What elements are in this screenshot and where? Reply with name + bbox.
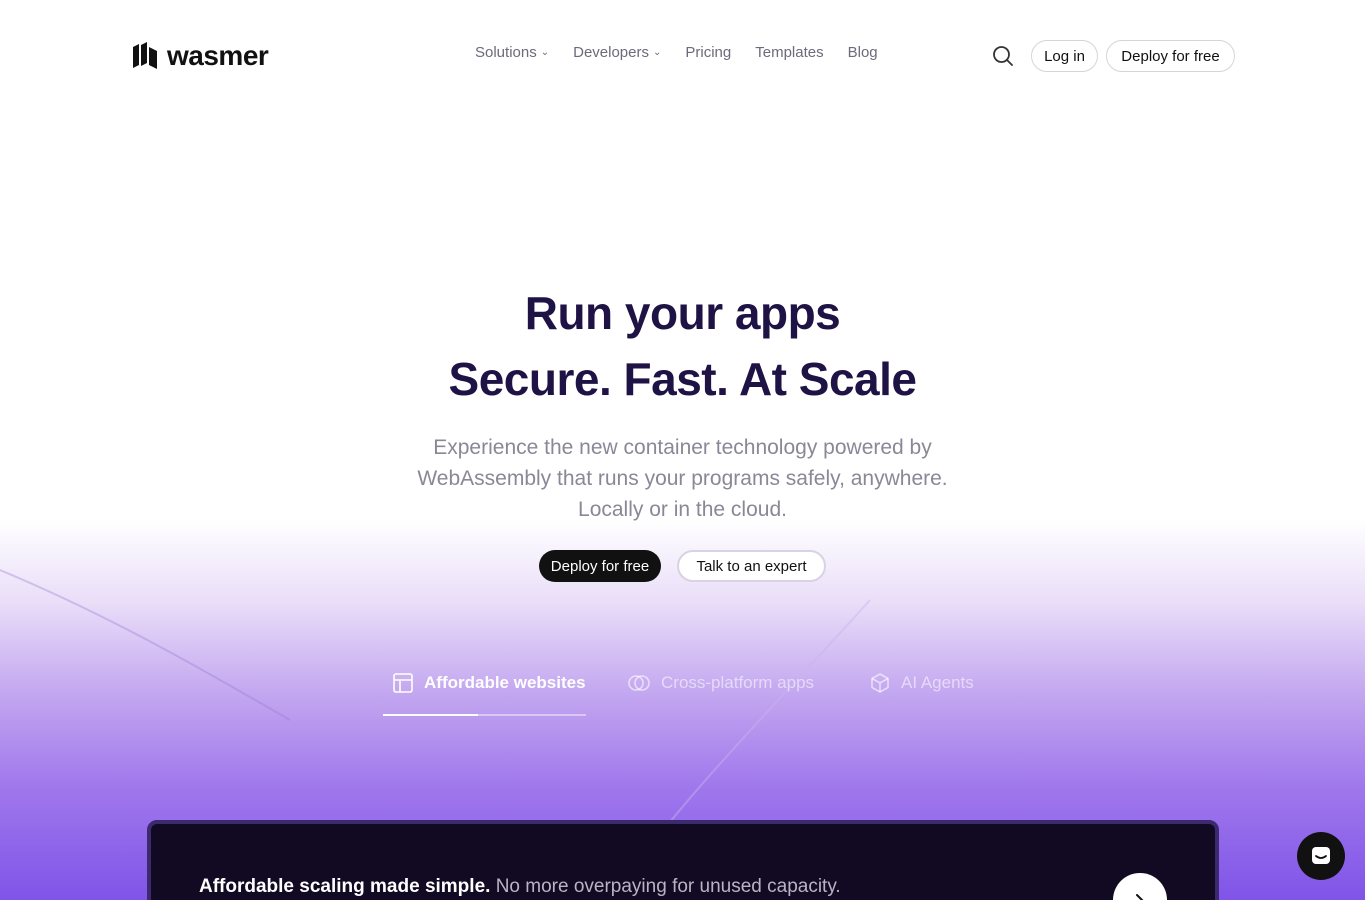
- hero-subtitle-line2: WebAssembly that runs your programs safe…: [417, 467, 948, 490]
- next-slide-button[interactable]: [1113, 873, 1167, 900]
- chat-launcher-button[interactable]: [1297, 832, 1345, 880]
- site-header: wasmer Solutions ⌄ Developers ⌄ Pricing …: [0, 0, 1365, 110]
- wasmer-logo-icon: [133, 42, 157, 69]
- nav-item-label: Blog: [847, 44, 878, 61]
- tab-progress-fill: [383, 714, 479, 716]
- nav-item-blog[interactable]: Blog: [848, 44, 878, 61]
- deploy-for-free-button[interactable]: Deploy for free: [539, 550, 661, 582]
- brand-name: wasmer: [167, 40, 269, 71]
- chevron-down-icon: ⌄: [652, 47, 662, 58]
- hero-title-line1: Run your apps: [524, 287, 841, 339]
- hero-cta-group: Deploy for free Talk to an expert: [0, 550, 1365, 582]
- login-button[interactable]: Log in: [1031, 40, 1098, 72]
- nav-item-developers[interactable]: Developers ⌄: [573, 44, 661, 61]
- hero-title-line2: Secure. Fast. At Scale: [448, 353, 917, 405]
- tab-label: Affordable websites: [424, 673, 586, 692]
- hero-subtitle-line1: Experience the new container technology …: [433, 436, 932, 459]
- feature-card-text: Affordable scaling made simple. No more …: [199, 876, 841, 898]
- feature-card: Affordable scaling made simple. No more …: [147, 820, 1219, 900]
- main-nav: Solutions ⌄ Developers ⌄ Pricing Templat…: [475, 44, 878, 61]
- brand-logo[interactable]: wasmer: [131, 40, 269, 72]
- cube-icon: [871, 673, 889, 693]
- hero-title: Run your apps Secure. Fast. At Scale: [0, 280, 1365, 412]
- tab-label: Cross-platform apps: [661, 673, 815, 692]
- tab-cross-platform-apps[interactable]: Cross-platform apps: [627, 672, 814, 694]
- nav-item-pricing[interactable]: Pricing: [685, 44, 731, 61]
- nav-item-label: Pricing: [685, 44, 732, 61]
- talk-to-expert-button[interactable]: Talk to an expert: [677, 550, 826, 582]
- nav-item-label: Solutions: [475, 44, 537, 61]
- search-icon: [993, 46, 1013, 66]
- chevron-right-icon: [1136, 894, 1144, 900]
- tab-affordable-websites[interactable]: Affordable websites: [392, 672, 586, 694]
- feature-card-body: No more overpaying for unused capacity.: [495, 876, 841, 897]
- nav-item-label: Developers: [573, 44, 649, 61]
- hero-subtitle: Experience the new container technology …: [0, 432, 1365, 525]
- tab-ai-agents[interactable]: AI Agents: [869, 672, 974, 694]
- nav-item-templates[interactable]: Templates: [755, 44, 823, 61]
- nav-item-solutions[interactable]: Solutions ⌄: [475, 44, 549, 61]
- search-button[interactable]: [991, 44, 1015, 68]
- hero-section: Run your apps Secure. Fast. At Scale Exp…: [0, 280, 1365, 582]
- chevron-down-icon: ⌄: [540, 47, 550, 58]
- overlap-circles-icon: [628, 675, 650, 691]
- chat-icon: [1312, 847, 1330, 864]
- nav-item-label: Templates: [755, 44, 824, 61]
- feature-card-headline: Affordable scaling made simple.: [199, 876, 491, 897]
- layout-icon: [393, 673, 413, 693]
- tab-label: AI Agents: [901, 673, 974, 692]
- deploy-for-free-header-button[interactable]: Deploy for free: [1106, 40, 1235, 72]
- hero-subtitle-line3: Locally or in the cloud.: [578, 498, 787, 521]
